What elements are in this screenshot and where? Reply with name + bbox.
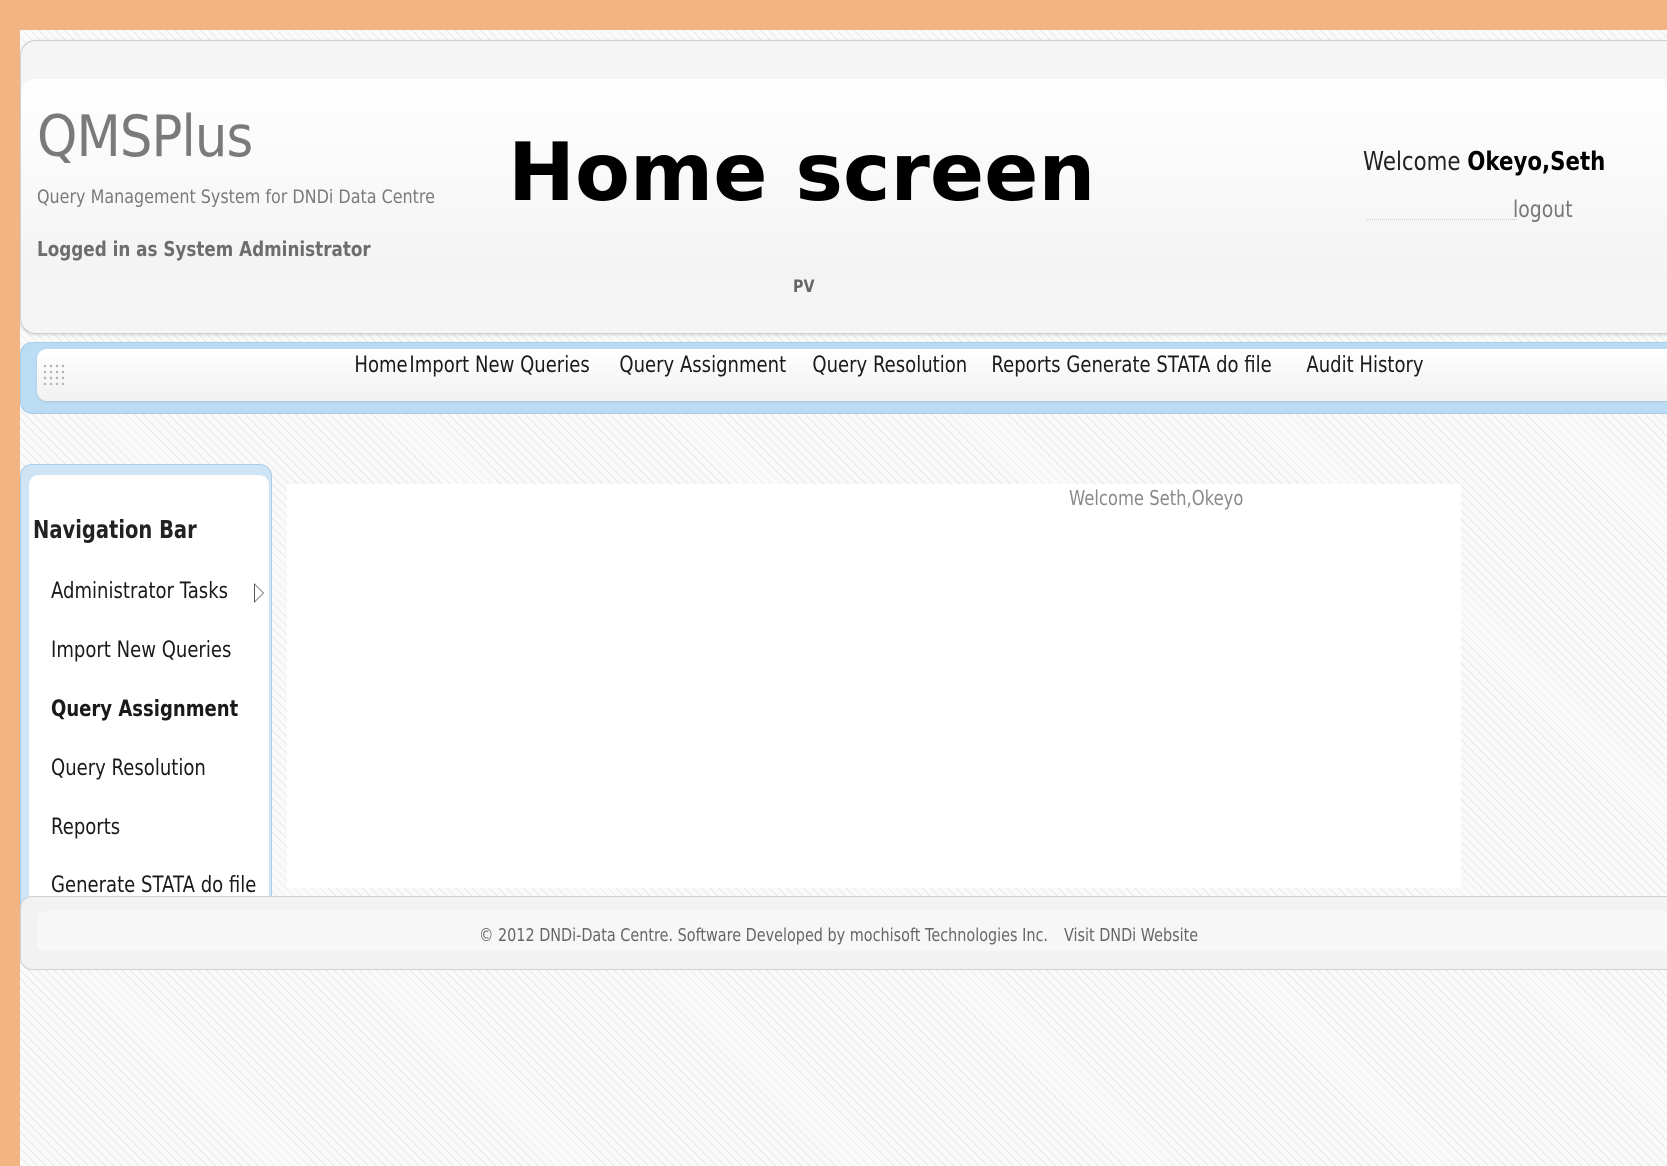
sidebar-item-import-new-queries[interactable]: Import New Queries	[51, 638, 231, 663]
header-panel: QMSPlus Query Management System for DNDi…	[20, 40, 1667, 334]
menu-item-reports[interactable]: Reports	[984, 353, 1068, 378]
welcome-user: Welcome Okeyo,Seth	[1363, 147, 1605, 177]
app-subtitle: Query Management System for DNDi Data Ce…	[37, 186, 435, 208]
app-window: QMSPlus Query Management System for DNDi…	[20, 30, 1667, 1166]
menu-item-query-resolution[interactable]: Query Resolution	[805, 353, 975, 378]
footer-panel: © 2012 DNDi-Data Centre. Software Develo…	[20, 896, 1667, 970]
top-menu-items: Home Import New Queries Query Assignment…	[347, 353, 1432, 378]
submenu-arrow-icon[interactable]	[254, 583, 264, 603]
sidebar-item-generate-stata[interactable]: Generate STATA do file	[51, 873, 256, 898]
content-welcome-text: Welcome Seth,Okeyo	[1069, 486, 1244, 510]
menu-item-generate-stata[interactable]: Generate STATA do file	[1059, 353, 1279, 378]
visit-dndi-link[interactable]: Visit DNDi Website	[1064, 925, 1198, 946]
navigation-heading: Navigation Bar	[33, 515, 197, 544]
menu-item-audit-history[interactable]: Audit History	[1299, 353, 1431, 378]
footer-text: © 2012 DNDi-Data Centre. Software Develo…	[479, 925, 1198, 946]
slide-title: Home screen	[508, 126, 1096, 219]
footer-copyright: © 2012 DNDi-Data Centre. Software Develo…	[479, 925, 1048, 946]
main-content: Welcome Seth,Okeyo	[287, 484, 1461, 888]
sidebar-item-reports[interactable]: Reports	[51, 815, 120, 840]
drag-grip-icon	[42, 363, 64, 385]
sidebar-item-query-resolution[interactable]: Query Resolution	[51, 756, 206, 781]
welcome-username: Okeyo,Seth	[1467, 147, 1606, 177]
menu-item-query-assignment[interactable]: Query Assignment	[612, 353, 794, 378]
app-name: QMSPlus	[37, 104, 253, 170]
logout-divider	[1367, 219, 1517, 220]
welcome-prefix: Welcome	[1363, 147, 1461, 177]
menu-item-import-new-queries[interactable]: Import New Queries	[402, 353, 597, 378]
sidebar-item-query-assignment[interactable]: Query Assignment	[51, 697, 238, 722]
top-menu-bar: Home Import New Queries Query Assignment…	[20, 342, 1667, 414]
logged-in-status: Logged in as System Administrator	[37, 237, 371, 261]
logout-link[interactable]: logout	[1513, 197, 1573, 223]
project-code: PV	[793, 277, 815, 297]
sidebar-item-administrator-tasks[interactable]: Administrator Tasks	[51, 579, 228, 604]
